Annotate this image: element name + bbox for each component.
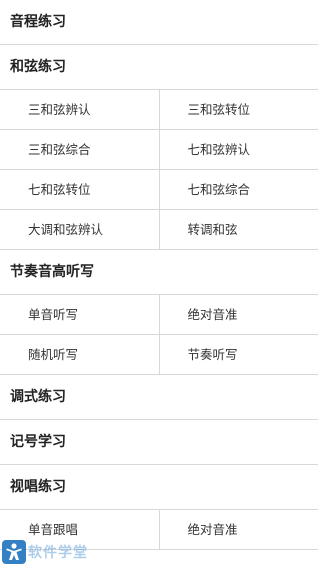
section-interval-practice[interactable]: 音程练习	[0, 0, 318, 45]
menu-item-triad-identify[interactable]: 三和弦辨认	[0, 90, 159, 129]
submenu-row: 三和弦辨认 三和弦转位	[0, 90, 318, 130]
menu-item-seventh-inversion[interactable]: 七和弦转位	[0, 170, 159, 209]
menu-item-rhythm-dictation[interactable]: 节奏听写	[158, 335, 319, 374]
menu-item-random-dictation[interactable]: 随机听写	[0, 335, 159, 374]
person-logo-icon	[2, 540, 26, 564]
menu-item-seventh-identify[interactable]: 七和弦辨认	[158, 130, 319, 169]
section-rhythm-pitch-dictation[interactable]: 节奏音高听写	[0, 250, 318, 295]
menu-item-modulation-chord[interactable]: 转调和弦	[158, 210, 319, 249]
menu-item-single-note-dictation[interactable]: 单音听写	[0, 295, 159, 334]
menu-item-triad-combined[interactable]: 三和弦综合	[0, 130, 159, 169]
menu-item-absolute-pitch[interactable]: 绝对音准	[158, 295, 319, 334]
watermark-text: 软件学堂	[28, 545, 88, 561]
section-chord-practice[interactable]: 和弦练习	[0, 45, 318, 90]
menu-item-absolute-pitch-singing[interactable]: 绝对音准	[158, 510, 319, 549]
section-mode-practice[interactable]: 调式练习	[0, 375, 318, 420]
submenu-row: 三和弦综合 七和弦辨认	[0, 130, 318, 170]
submenu-row: 七和弦转位 七和弦综合	[0, 170, 318, 210]
menu-item-major-chord-identify[interactable]: 大调和弦辨认	[0, 210, 159, 249]
watermark: 软件学堂	[2, 540, 88, 564]
menu-item-seventh-combined[interactable]: 七和弦综合	[158, 170, 319, 209]
practice-menu-screen: 音程练习 和弦练习 三和弦辨认 三和弦转位 三和弦综合 七和弦辨认 七和弦转位 …	[0, 0, 318, 566]
section-sight-singing[interactable]: 视唱练习	[0, 465, 318, 510]
submenu-row: 大调和弦辨认 转调和弦	[0, 210, 318, 250]
section-notation-study[interactable]: 记号学习	[0, 420, 318, 465]
submenu-row: 单音听写 绝对音准	[0, 295, 318, 335]
menu-item-triad-inversion[interactable]: 三和弦转位	[158, 90, 319, 129]
submenu-row: 随机听写 节奏听写	[0, 335, 318, 375]
